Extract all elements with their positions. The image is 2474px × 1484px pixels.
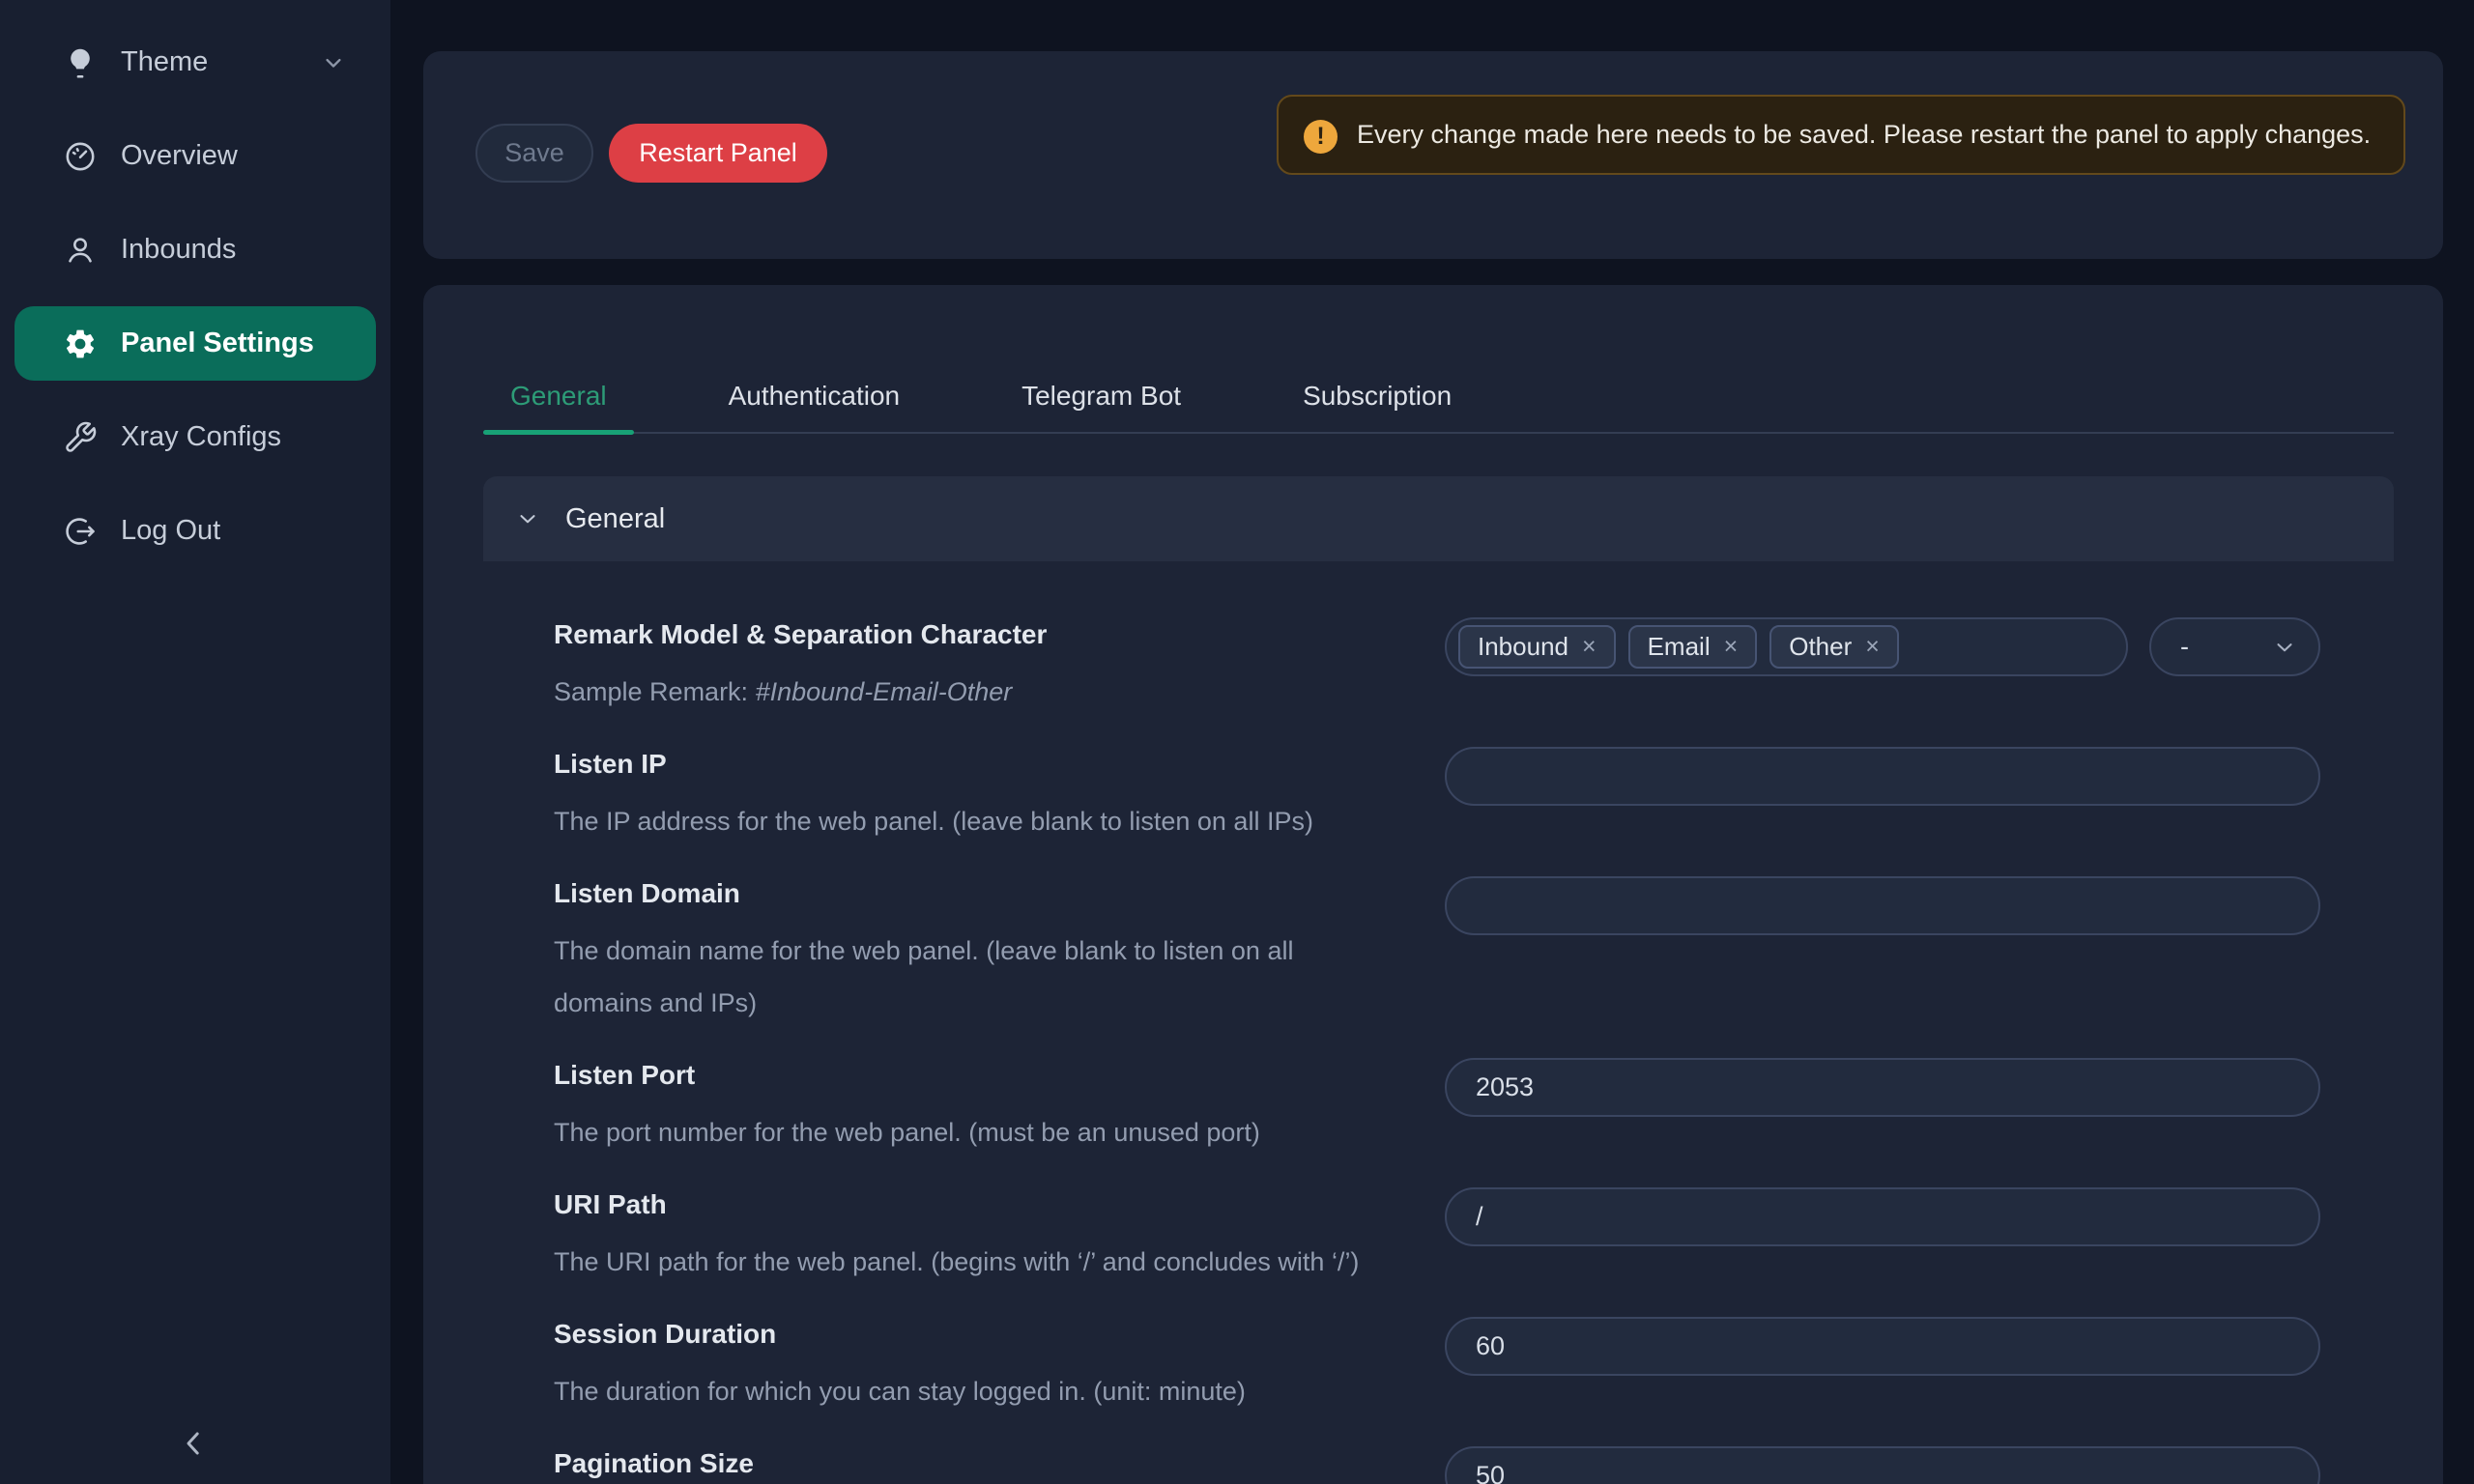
sidebar-item-label: Theme [121, 46, 208, 78]
field-label: Listen IP [554, 747, 1387, 782]
panel-settings-page: Theme Overview Inbounds [0, 0, 2474, 1484]
general-collapse: General Remark Model & Separation Charac… [483, 476, 2394, 1484]
form-row-listen-domain: Listen Domain The domain name for the we… [554, 876, 2320, 1029]
warning-alert-text: Every change made here needs to be saved… [1357, 114, 2371, 156]
field-label: Session Duration [554, 1317, 1387, 1352]
sidebar-item-label: Overview [121, 140, 238, 172]
listen-ip-input[interactable] [1445, 747, 2320, 806]
listen-domain-input[interactable] [1445, 876, 2320, 935]
field-description: Sample Remark: #Inbound-Email-Other [554, 666, 1387, 718]
sidebar-collapse-button[interactable] [162, 1413, 224, 1474]
tab-general[interactable]: General [483, 382, 634, 432]
collapse-title: General [565, 503, 665, 535]
field-description: The port number for the web panel. (must… [554, 1106, 1387, 1158]
chevron-left-icon [174, 1424, 213, 1463]
form-row-listen-port: Listen Port The port number for the web … [554, 1058, 2320, 1158]
field-label: Remark Model & Separation Character [554, 617, 1387, 652]
remark-model-select[interactable]: Inbound × Email × Other × [1445, 617, 2128, 676]
tag-email: Email × [1628, 625, 1758, 669]
save-button[interactable]: Save [475, 124, 593, 183]
tag-remove-icon[interactable]: × [1865, 635, 1880, 659]
field-label: Pagination Size [554, 1446, 1387, 1481]
tab-subscription[interactable]: Subscription [1276, 382, 1479, 432]
warning-icon: ! [1304, 120, 1338, 154]
form-row-pagination-size: Pagination Size [554, 1446, 2320, 1484]
sidebar: Theme Overview Inbounds [0, 0, 390, 1484]
field-label: URI Path [554, 1187, 1387, 1222]
tag-remove-icon[interactable]: × [1724, 635, 1739, 659]
tag-remove-icon[interactable]: × [1582, 635, 1597, 659]
field-label: Listen Domain [554, 876, 1387, 911]
field-description: The URI path for the web panel. (begins … [554, 1236, 1387, 1288]
gear-icon [63, 327, 98, 361]
listen-port-input[interactable] [1445, 1058, 2320, 1117]
warning-alert: ! Every change made here needs to be sav… [1277, 95, 2405, 175]
form-row-remark-model: Remark Model & Separation Character Samp… [554, 617, 2320, 718]
settings-form: Remark Model & Separation Character Samp… [483, 561, 2394, 1484]
sidebar-item-log-out[interactable]: Log Out [14, 494, 376, 568]
logout-icon [63, 514, 98, 549]
tab-telegram-bot[interactable]: Telegram Bot [994, 382, 1208, 432]
toolbar-card: Save Restart Panel ! Every change made h… [423, 51, 2443, 259]
sidebar-item-theme[interactable]: Theme [14, 25, 376, 100]
sidebar-item-overview[interactable]: Overview [14, 119, 376, 193]
sidebar-item-label: Inbounds [121, 234, 236, 266]
restart-panel-button[interactable]: Restart Panel [609, 124, 827, 183]
separation-character-select[interactable]: - [2149, 617, 2320, 676]
field-label: Listen Port [554, 1058, 1387, 1093]
tab-authentication[interactable]: Authentication [702, 382, 927, 432]
field-description: The duration for which you can stay logg… [554, 1365, 1387, 1417]
dashboard-icon [63, 139, 98, 174]
chevron-down-icon [320, 49, 347, 76]
bulb-icon [63, 45, 98, 80]
wrench-icon [63, 420, 98, 455]
sidebar-item-label: Log Out [121, 515, 220, 547]
form-row-uri-path: URI Path The URI path for the web panel.… [554, 1187, 2320, 1288]
general-collapse-header[interactable]: General [483, 476, 2394, 561]
form-row-listen-ip: Listen IP The IP address for the web pan… [554, 747, 2320, 847]
sidebar-item-xray-configs[interactable]: Xray Configs [14, 400, 376, 474]
separation-character-value: - [2180, 632, 2189, 662]
chevron-down-icon [2272, 635, 2297, 660]
tab-bar: General Authentication Telegram Bot Subs… [483, 382, 2394, 434]
tag-other: Other × [1769, 625, 1899, 669]
settings-card: General Authentication Telegram Bot Subs… [423, 285, 2443, 1484]
uri-path-input[interactable] [1445, 1187, 2320, 1246]
sidebar-item-panel-settings[interactable]: Panel Settings [14, 306, 376, 381]
tag-inbound: Inbound × [1458, 625, 1616, 669]
form-row-session-duration: Session Duration The duration for which … [554, 1317, 2320, 1417]
user-icon [63, 233, 98, 268]
sidebar-item-inbounds[interactable]: Inbounds [14, 213, 376, 287]
field-description: The domain name for the web panel. (leav… [554, 925, 1387, 1029]
pagination-size-input[interactable] [1445, 1446, 2320, 1484]
sidebar-item-label: Xray Configs [121, 421, 281, 453]
chevron-down-icon [515, 506, 540, 531]
sidebar-item-label: Panel Settings [121, 328, 314, 359]
session-duration-input[interactable] [1445, 1317, 2320, 1376]
field-description: The IP address for the web panel. (leave… [554, 795, 1387, 847]
